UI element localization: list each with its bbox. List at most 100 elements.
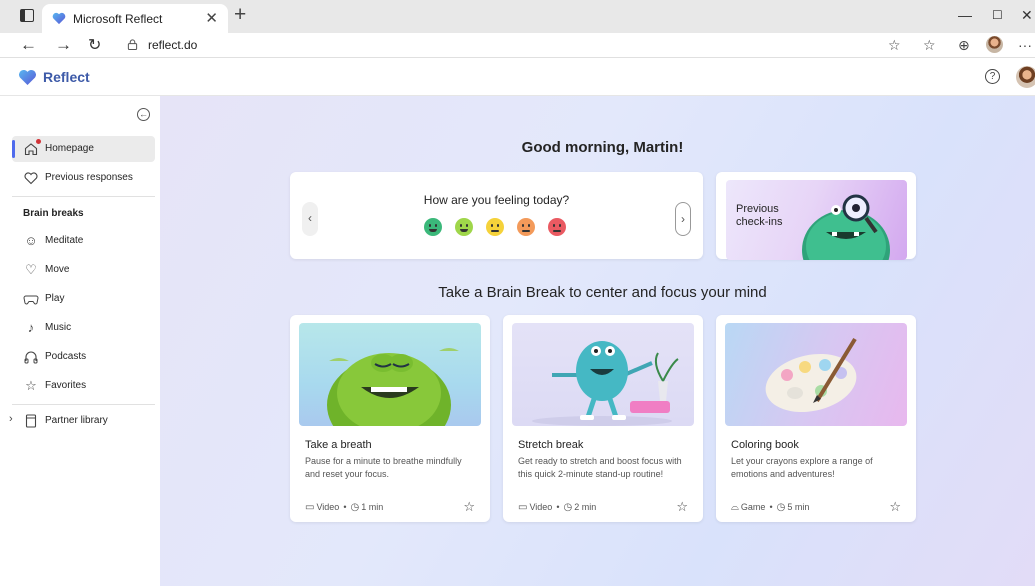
card-duration: 1 min — [361, 502, 384, 512]
feeling-question: How are you feeling today? — [423, 193, 570, 207]
sidebar-item-partner-library[interactable]: › Partner library — [6, 408, 155, 434]
video-icon: ▭ — [518, 502, 528, 513]
lock-icon[interactable] — [127, 39, 138, 50]
address-bar: ← → ↻ reflect.do ☆ ☆ ⊕ ··· — [0, 33, 1035, 58]
previous-checkins-card[interactable]: Previous check-ins — [716, 172, 916, 260]
notification-dot — [36, 139, 41, 144]
refresh-icon[interactable]: ↻ — [88, 35, 101, 55]
sidebar-item-label: Play — [45, 293, 65, 304]
maximize-icon[interactable]: ☐ — [992, 8, 1003, 22]
collapse-sidebar-icon[interactable]: ← — [137, 108, 150, 121]
close-window-icon[interactable]: ✕ — [1021, 7, 1033, 24]
brain-break-card-stretch-break[interactable]: Stretch break Get ready to stretch and b… — [503, 315, 703, 522]
brain-break-card-coloring-book[interactable]: Coloring book Let your crayons explore a… — [716, 315, 916, 522]
favorites-list-icon[interactable]: ☆ — [923, 37, 936, 54]
next-arrow-button[interactable]: › — [675, 202, 691, 236]
section-subtitle: Take a Brain Break to center and focus y… — [438, 284, 767, 301]
card-meta: ⌓ Game • ◷ 5 min — [731, 502, 810, 513]
profile-avatar[interactable] — [986, 36, 1003, 53]
user-avatar[interactable] — [1016, 66, 1035, 88]
browser-tab-bar: Microsoft Reflect ✕ + — ☐ ✕ — [0, 0, 1035, 33]
clock-icon: ◷ — [350, 502, 360, 513]
sidebar-item-label: Favorites — [45, 380, 87, 391]
tab-actions-icon[interactable] — [20, 9, 34, 22]
sidebar-item-favorites[interactable]: ☆ Favorites — [12, 373, 155, 399]
sidebar-item-label: Move — [45, 264, 70, 275]
sidebar-item-meditate[interactable]: ☺ Meditate — [12, 228, 155, 254]
close-tab-icon[interactable]: ✕ — [205, 9, 218, 27]
blue-monster-illustration — [532, 341, 679, 426]
app-header: Reflect ? — [0, 58, 1035, 96]
emoji-happy-button[interactable] — [455, 218, 473, 236]
tab-title: Microsoft Reflect — [73, 12, 163, 26]
reflect-logo-icon — [19, 69, 36, 86]
card-type: Video — [316, 502, 340, 512]
clock-icon: ◷ — [776, 502, 786, 513]
favorite-page-icon[interactable]: ☆ — [888, 37, 901, 54]
music-icon: ♪ — [27, 320, 35, 335]
browser-tab[interactable]: Microsoft Reflect ✕ — [42, 4, 228, 33]
sidebar-item-homepage[interactable]: Homepage — [12, 136, 155, 162]
emoji-neutral-button[interactable] — [486, 218, 504, 236]
sidebar-item-podcasts[interactable]: Podcasts — [12, 344, 155, 370]
favorite-star-icon[interactable]: ☆ — [676, 499, 688, 515]
card-duration: 5 min — [787, 502, 810, 512]
sidebar-item-label: Podcasts — [45, 351, 87, 362]
emoji-sad-button[interactable] — [517, 218, 535, 236]
card-title: Take a breath — [305, 439, 372, 451]
sidebar-item-label: Music — [45, 322, 72, 333]
sidebar-item-label: Homepage — [45, 143, 94, 154]
sidebar-item-label: Previous responses — [45, 172, 133, 183]
card-duration: 2 min — [574, 502, 597, 512]
podcast-icon — [24, 351, 38, 364]
sidebar-item-label: Partner library — [45, 415, 108, 426]
emoji-very-happy-button[interactable] — [424, 218, 442, 236]
card-description: Get ready to stretch and boost focus wit… — [518, 456, 682, 479]
sidebar-divider — [12, 404, 155, 405]
brain-break-card-take-a-breath[interactable]: Take a breath Pause for a minute to brea… — [290, 315, 490, 522]
previous-checkins-image: Previous check-ins — [726, 180, 907, 260]
sidebar-item-play[interactable]: Play — [12, 286, 155, 312]
meditate-icon: ☺ — [24, 233, 38, 248]
app-brand-name[interactable]: Reflect — [43, 69, 90, 85]
gamepad-icon: ⌓ — [731, 502, 739, 513]
collections-icon[interactable]: ⊕ — [958, 37, 970, 54]
section-title-brain-breaks: Brain breaks — [23, 208, 84, 219]
stretch-break-image — [512, 323, 694, 426]
coloring-book-image — [725, 323, 907, 426]
card-description: Pause for a minute to breathe mindfully … — [305, 456, 462, 479]
card-type: Game — [740, 502, 766, 512]
take-a-breath-image — [299, 323, 481, 426]
sidebar-item-music[interactable]: ♪ Music — [12, 315, 155, 341]
paint-palette-illustration — [765, 337, 857, 413]
favorite-star-icon[interactable]: ☆ — [889, 499, 901, 515]
card-type: Video — [529, 502, 553, 512]
heart-icon — [24, 172, 38, 185]
green-monster-illustration — [327, 348, 459, 426]
reflect-favicon-icon — [52, 12, 66, 25]
move-icon: ♡ — [25, 262, 37, 277]
sidebar-item-previous-responses[interactable]: Previous responses — [12, 165, 155, 191]
emoji-angry-button[interactable] — [548, 218, 566, 236]
card-description: Let your crayons explore a range of emot… — [731, 456, 873, 479]
star-icon: ☆ — [25, 378, 37, 393]
chevron-right-icon: › — [9, 413, 13, 425]
feeling-checkin-card: ‹ How are you feeling today? › — [290, 172, 703, 259]
card-meta: ▭ Video • ◷ 2 min — [518, 502, 597, 513]
minimize-icon[interactable]: — — [958, 7, 972, 23]
more-icon[interactable]: ··· — [1018, 37, 1032, 53]
back-icon[interactable]: ← — [20, 35, 37, 55]
sidebar: ← Homepage Previous responses Brain brea… — [0, 96, 160, 586]
favorite-star-icon[interactable]: ☆ — [463, 499, 475, 515]
previous-checkins-label: Previous check-ins — [736, 203, 783, 228]
previous-arrow-button[interactable]: ‹ — [302, 202, 318, 236]
url-field[interactable]: reflect.do — [148, 38, 197, 52]
card-meta: ▭ Video • ◷ 1 min — [305, 502, 384, 513]
sidebar-item-move[interactable]: ♡ Move — [12, 257, 155, 283]
forward-icon[interactable]: → — [55, 35, 72, 55]
card-title: Stretch break — [518, 439, 584, 451]
new-tab-icon[interactable]: + — [234, 3, 246, 27]
sidebar-item-label: Meditate — [45, 235, 84, 246]
help-icon[interactable]: ? — [985, 69, 1000, 84]
sidebar-divider — [12, 196, 155, 197]
